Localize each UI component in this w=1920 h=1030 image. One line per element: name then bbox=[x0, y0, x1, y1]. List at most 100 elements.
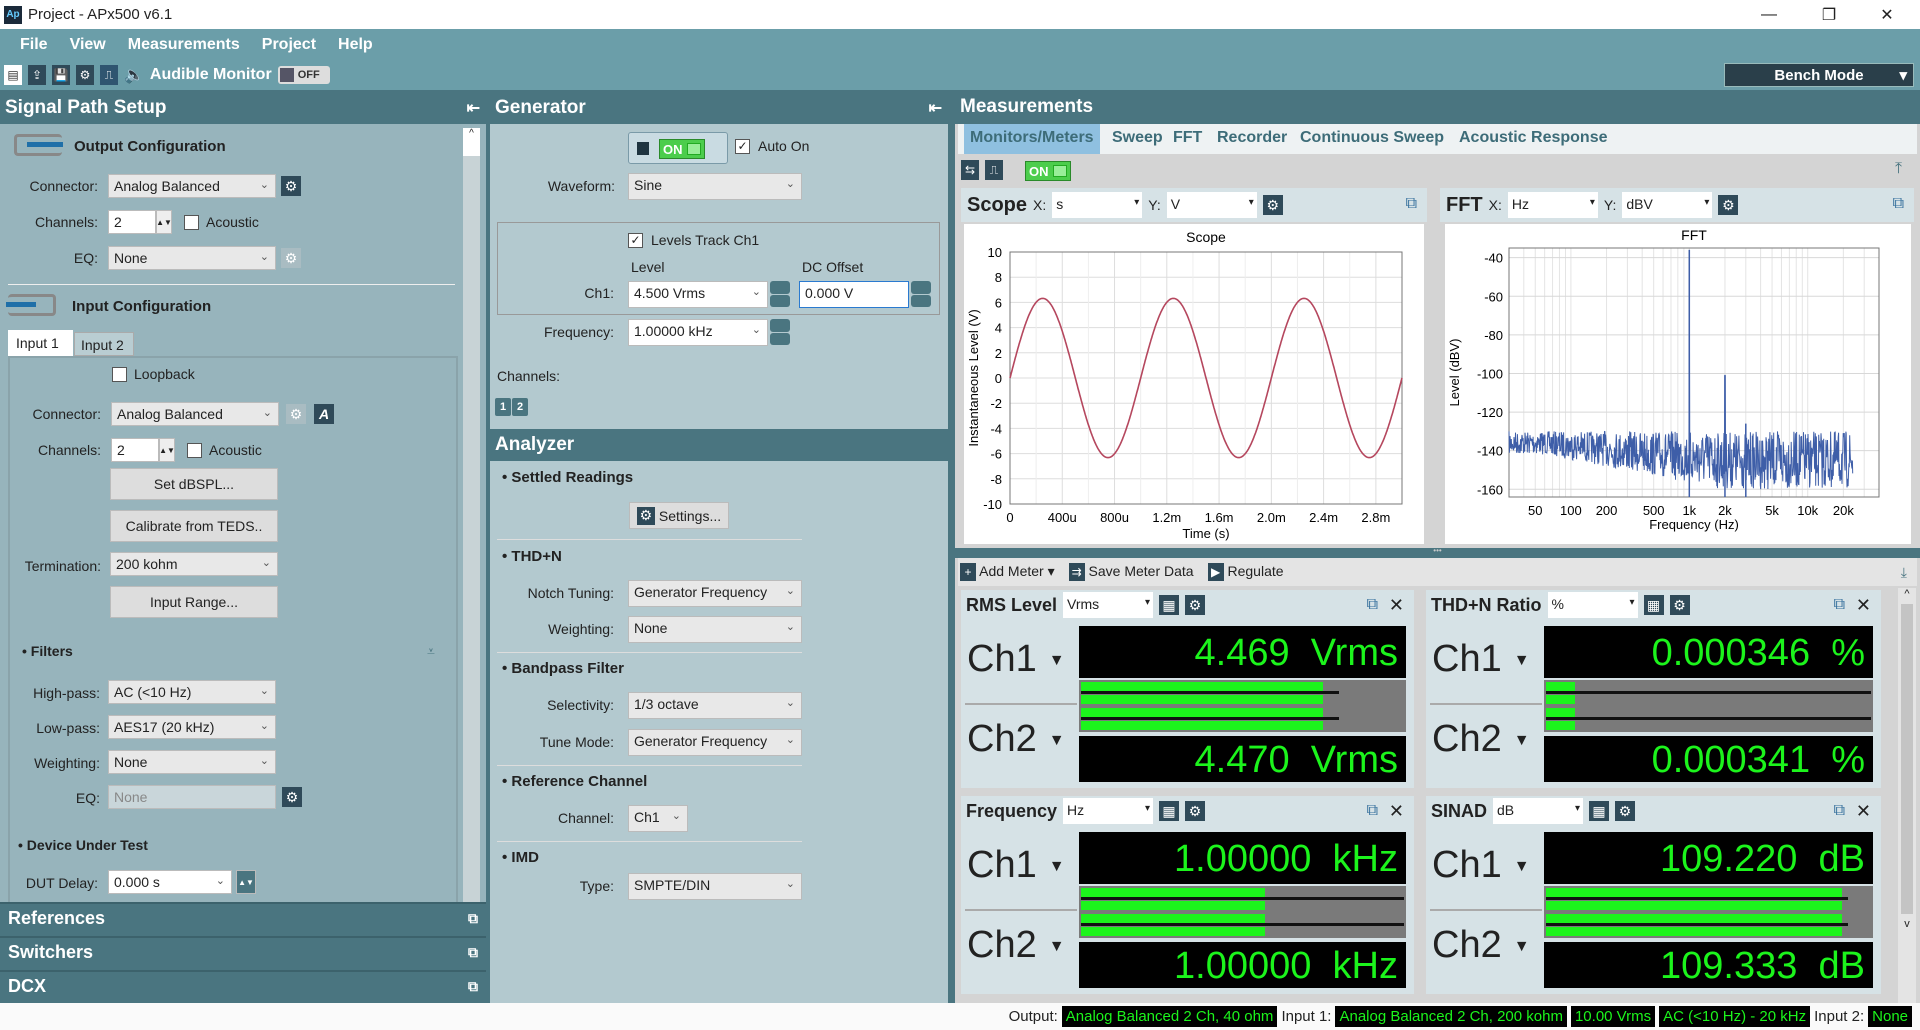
monitor-on-toggle[interactable]: ON bbox=[1025, 161, 1071, 181]
channel-selector[interactable]: Ch2 ▼ bbox=[1432, 718, 1530, 761]
add-meter-button[interactable]: + Add Meter ▾ bbox=[960, 563, 1055, 581]
scope-y-unit-select[interactable]: V ▾ bbox=[1166, 192, 1257, 218]
tune-mode-select[interactable]: Generator Frequency ⌄ bbox=[628, 729, 802, 756]
audible-monitor-toggle[interactable]: OFF bbox=[277, 66, 330, 84]
ch1-level-input[interactable]: 4.500 Vrms ⌄ bbox=[628, 281, 768, 308]
imd-type-select[interactable]: SMPTE/DIN ⌄ bbox=[628, 873, 802, 900]
channel-selector[interactable]: Ch1 ▼ bbox=[967, 638, 1065, 681]
menu-file[interactable]: File bbox=[20, 36, 48, 54]
save-icon[interactable]: 💾 bbox=[52, 65, 70, 85]
menu-view[interactable]: View bbox=[70, 36, 106, 54]
popout-icon[interactable]: ⧉ bbox=[468, 910, 478, 927]
scroll-up-icon[interactable]: ^ bbox=[463, 128, 480, 156]
tab-recorder[interactable]: Recorder bbox=[1211, 124, 1293, 154]
weighting-select[interactable]: None ⌄ bbox=[108, 750, 276, 774]
output-connector-select[interactable]: Analog Balanced ⌄ bbox=[108, 174, 276, 198]
dut-delay-input[interactable]: 0.000 s ⌄ bbox=[108, 870, 232, 894]
close-icon[interactable]: ✕ bbox=[1856, 595, 1871, 616]
collapse-down-icon[interactable]: ⤓ bbox=[1901, 564, 1907, 581]
set-dbspl-button[interactable]: Set dBSPL... bbox=[110, 468, 278, 500]
menu-measurements[interactable]: Measurements bbox=[128, 36, 240, 54]
channels-stepper[interactable]: ▲▼ bbox=[156, 210, 172, 234]
channel-selector[interactable]: Ch2 ▼ bbox=[967, 718, 1065, 761]
channel-selector[interactable]: Ch2 ▼ bbox=[967, 924, 1065, 967]
channel-selector[interactable]: Ch2 ▼ bbox=[1432, 924, 1530, 967]
tab-fft[interactable]: FFT bbox=[1167, 124, 1208, 154]
weighting-select[interactable]: None ⌄ bbox=[628, 616, 802, 643]
close-icon[interactable]: ✕ bbox=[1856, 801, 1871, 822]
close-button[interactable]: ✕ bbox=[1864, 0, 1910, 29]
gear-icon[interactable]: ⚙ bbox=[281, 248, 301, 268]
meter-unit-select[interactable]: dB ▾ bbox=[1493, 798, 1584, 824]
menu-project[interactable]: Project bbox=[262, 36, 316, 54]
collapse-icon[interactable]: ⩡ bbox=[427, 643, 435, 660]
frequency-stepper[interactable] bbox=[770, 319, 790, 345]
popout-icon[interactable]: ⧉ bbox=[1893, 195, 1904, 213]
generator-on-toggle[interactable]: ON bbox=[628, 132, 728, 164]
auto-on-checkbox[interactable]: ✓ bbox=[735, 139, 750, 154]
termination-select[interactable]: 200 kohm ⌄ bbox=[110, 552, 278, 576]
waveform-select[interactable]: Sine ⌄ bbox=[628, 173, 802, 200]
notch-tuning-select[interactable]: Generator Frequency ⌄ bbox=[628, 580, 802, 607]
graph-view-icon[interactable]: ▦ bbox=[1159, 801, 1180, 821]
output-channels-input[interactable]: 2 bbox=[108, 210, 156, 234]
level-stepper[interactable] bbox=[770, 281, 790, 307]
bandpass-heading[interactable]: • Bandpass Filter bbox=[502, 660, 624, 677]
popout-icon[interactable]: ⧉ bbox=[468, 978, 478, 995]
popout-icon[interactable]: ⧉ bbox=[1834, 802, 1845, 820]
tab-input-2[interactable]: Input 2 bbox=[74, 332, 134, 356]
meter-unit-select[interactable]: % ▾ bbox=[1547, 592, 1638, 618]
gear-icon[interactable]: ⚙ bbox=[1718, 195, 1739, 215]
reference-channel-select[interactable]: Ch1 ⌄ bbox=[628, 805, 688, 832]
fft-y-unit-select[interactable]: dBV ▾ bbox=[1622, 192, 1713, 218]
dc-offset-stepper[interactable] bbox=[911, 281, 931, 307]
dcx-section[interactable]: DCX ⧉ bbox=[0, 970, 486, 1003]
input-range-button[interactable]: Input Range... bbox=[110, 586, 278, 618]
reference-channel-heading[interactable]: • Reference Channel bbox=[502, 773, 647, 790]
waveform-icon[interactable]: ⎍ bbox=[100, 65, 118, 85]
minimize-button[interactable]: — bbox=[1746, 0, 1792, 29]
autorange-icon[interactable]: A bbox=[314, 404, 334, 424]
levels-track-checkbox[interactable]: ✓ bbox=[628, 233, 643, 248]
switchers-section[interactable]: Switchers ⧉ bbox=[0, 936, 486, 966]
acoustic-checkbox[interactable] bbox=[184, 215, 199, 230]
dut-delay-stepper[interactable]: ▲▼ bbox=[236, 870, 256, 894]
channel-selector[interactable]: Ch1 ▼ bbox=[967, 844, 1065, 887]
tab-continuous-sweep[interactable]: Continuous Sweep bbox=[1294, 124, 1450, 154]
tab-monitors-meters[interactable]: Monitors/Meters bbox=[964, 124, 1100, 154]
calibrate-teds-button[interactable]: Calibrate from TEDS.. bbox=[110, 510, 278, 542]
save-meter-data-button[interactable]: ⇉ Save Meter Data bbox=[1068, 563, 1194, 581]
new-project-icon[interactable]: ▤ bbox=[4, 65, 22, 85]
highpass-select[interactable]: AC (<10 Hz) ⌄ bbox=[108, 680, 276, 704]
meter-unit-select[interactable]: Hz ▾ bbox=[1063, 798, 1154, 824]
input-connector-select[interactable]: Analog Balanced ⌄ bbox=[111, 402, 279, 426]
restore-button[interactable]: ❐ bbox=[1806, 0, 1852, 29]
collapse-up-icon[interactable]: ⤒ bbox=[1895, 160, 1902, 178]
gear-icon[interactable]: ⚙ bbox=[1615, 801, 1636, 821]
graph-view-icon[interactable]: ▦ bbox=[1643, 595, 1664, 615]
filters-heading[interactable]: • Filters bbox=[22, 643, 73, 659]
popout-icon[interactable]: ⧉ bbox=[1406, 195, 1417, 213]
gear-icon[interactable]: ⚙ bbox=[281, 176, 301, 196]
gear-icon[interactable]: ⚙ bbox=[1262, 195, 1283, 215]
scrollbar[interactable]: ^ bbox=[463, 128, 480, 902]
popout-icon[interactable]: ⧉ bbox=[1367, 596, 1378, 614]
graph-view-icon[interactable]: ▦ bbox=[1159, 595, 1180, 615]
meters-scrollbar[interactable]: ^ v bbox=[1898, 588, 1916, 1003]
dc-offset-input[interactable]: 0.000 V bbox=[799, 281, 909, 308]
close-icon[interactable]: ✕ bbox=[1389, 801, 1404, 822]
output-eq-select[interactable]: None ⌄ bbox=[108, 246, 276, 270]
thdn-heading[interactable]: • THD+N bbox=[502, 548, 562, 565]
channel-1-button[interactable]: 1 bbox=[495, 398, 511, 416]
pin-icon[interactable]: ⇤ bbox=[929, 98, 942, 118]
settled-readings-heading[interactable]: • Settled Readings bbox=[502, 469, 633, 486]
acoustic-checkbox[interactable] bbox=[187, 443, 202, 458]
menu-help[interactable]: Help bbox=[338, 36, 373, 54]
gear-icon[interactable]: ⚙ bbox=[1185, 595, 1206, 615]
open-project-icon[interactable]: ⇪ bbox=[28, 65, 46, 85]
graph-view-icon[interactable]: ▦ bbox=[1589, 801, 1610, 821]
channels-stepper[interactable]: ▲▼ bbox=[159, 438, 175, 462]
channel-selector[interactable]: Ch1 ▼ bbox=[1432, 844, 1530, 887]
imd-heading[interactable]: • IMD bbox=[502, 849, 539, 866]
selectivity-select[interactable]: 1/3 octave ⌄ bbox=[628, 692, 802, 719]
